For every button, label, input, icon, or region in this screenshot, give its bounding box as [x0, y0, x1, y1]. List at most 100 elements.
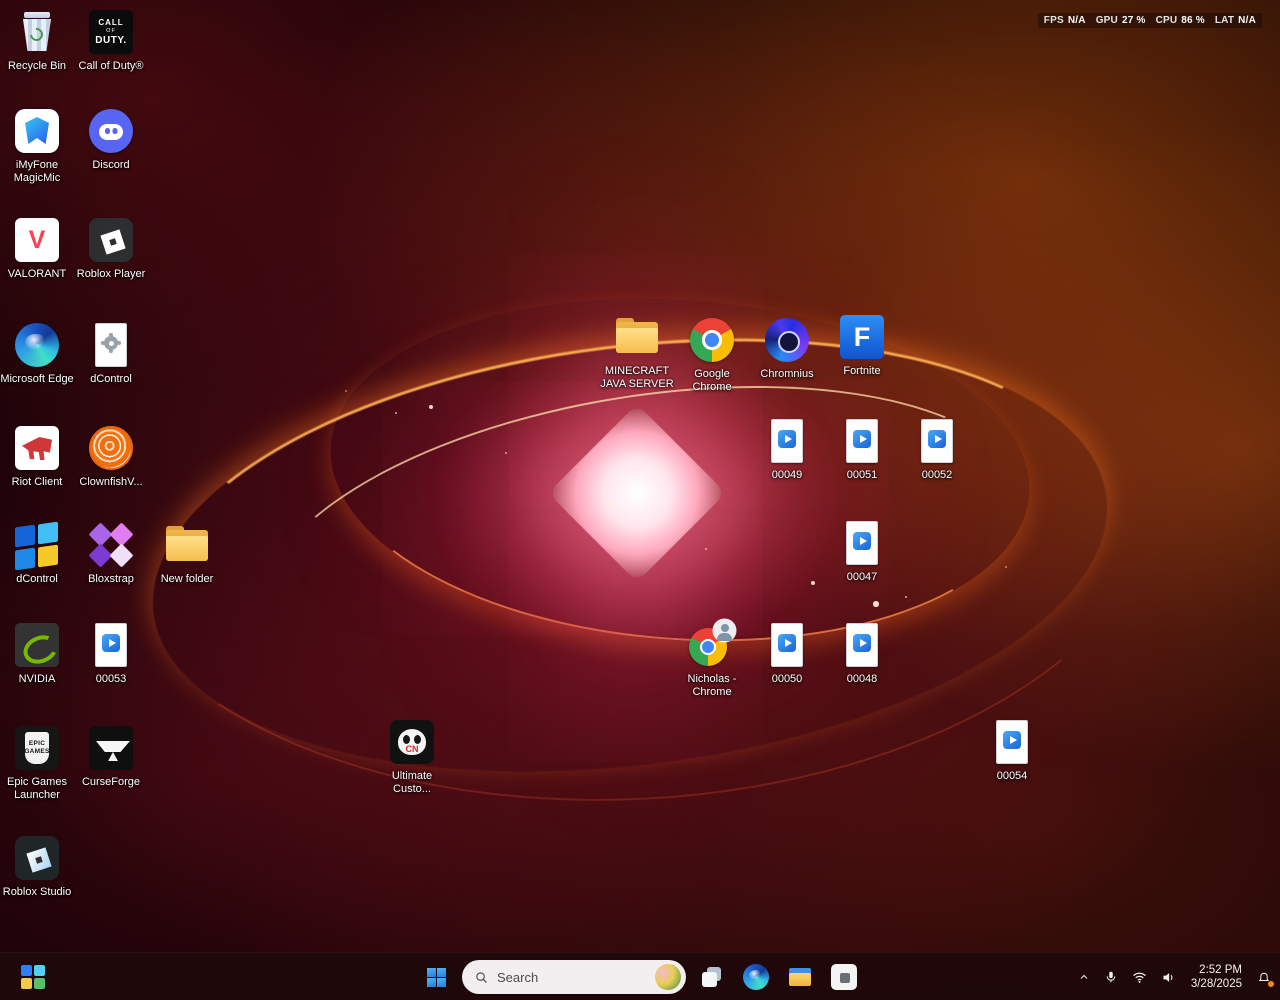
desktop-icon-00050[interactable]: 00050 [749, 621, 825, 686]
desktop-icon-recycle-bin[interactable]: Recycle Bin [0, 8, 75, 73]
desktop-icon-imyfone-magicmic[interactable]: iMyFone MagicMic [0, 107, 75, 185]
desktop-icon-label: 00054 [974, 770, 1050, 783]
dcontrol-app-icon [13, 521, 61, 569]
wifi-icon [1132, 970, 1147, 985]
desktop-icon-valorant[interactable]: VVALORANT [0, 216, 75, 281]
desktop-icon-dcontrol[interactable]: dControl [0, 521, 75, 586]
cod-icon: CALLOFDUTY. [87, 8, 135, 56]
wifi-tray-button[interactable] [1125, 957, 1154, 997]
desktop-icon-00047[interactable]: 00047 [824, 519, 900, 584]
desktop-icon-curseforge[interactable]: CurseForge [73, 724, 149, 789]
desktop-icon-new-folder[interactable]: New folder [149, 521, 225, 586]
taskbar-search[interactable]: Search [462, 960, 686, 994]
desktop-icon-dcontrol[interactable]: dControl [73, 321, 149, 386]
clownfish-icon [87, 424, 135, 472]
panda-icon: CN [388, 718, 436, 766]
desktop-icon-label: Ultimate Custo... [374, 770, 450, 796]
taskbar-clock[interactable]: 2:52 PM 3/28/2025 [1183, 957, 1250, 997]
desktop-icon-00054[interactable]: 00054 [974, 718, 1050, 783]
roblox-studio-icon [13, 834, 61, 882]
windows-logo-icon [427, 968, 446, 987]
media-file-icon [763, 621, 811, 669]
desktop-icon-microsoft-edge[interactable]: Microsoft Edge [0, 321, 75, 386]
start-button[interactable] [416, 957, 456, 997]
microphone-tray-button[interactable] [1097, 957, 1125, 997]
curseforge-icon [87, 724, 135, 772]
desktop-icon-00049[interactable]: 00049 [749, 417, 825, 482]
desktop-icon-minecraft-java-server[interactable]: MINECRAFT JAVA SERVER [599, 313, 675, 391]
imyfone-icon [13, 107, 61, 155]
media-file-icon [838, 621, 886, 669]
desktop-icon-bloxstrap[interactable]: Bloxstrap [73, 521, 149, 586]
desktop-icon-label: Fortnite [824, 365, 900, 378]
volume-tray-button[interactable] [1154, 957, 1183, 997]
media-file-icon [988, 718, 1036, 766]
desktop-icon-label: dControl [0, 573, 75, 586]
desktop-icon-epic-games-launcher[interactable]: EPICGAMESEpic Games Launcher [0, 724, 75, 802]
desktop-icon-label: Roblox Player [73, 268, 149, 281]
chevron-up-icon [1078, 971, 1090, 983]
system-tray: 2:52 PM 3/28/2025 [1071, 953, 1278, 1000]
desktop-icon-discord[interactable]: Discord [73, 107, 149, 172]
desktop-icon-label: New folder [149, 573, 225, 586]
media-file-icon [838, 519, 886, 567]
desktop-icon-label: NVIDIA [0, 673, 75, 686]
pinned-app-icon [830, 963, 858, 991]
desktop-icon-label: Roblox Studio [0, 886, 75, 899]
perf-metric-gpu: GPU27 % [1096, 15, 1146, 26]
pinned-app-taskbar-button[interactable] [824, 957, 864, 997]
desktop-icon-label: CurseForge [73, 776, 149, 789]
desktop-icon-label: 00053 [73, 673, 149, 686]
perf-metric-cpu: CPU86 % [1156, 15, 1205, 26]
desktop-icon-chromnius[interactable]: Chromnius [749, 316, 825, 381]
desktop-icon-roblox-studio[interactable]: Roblox Studio [0, 834, 75, 899]
chromnius-icon [763, 316, 811, 364]
desktop-icon-00051[interactable]: 00051 [824, 417, 900, 482]
file-explorer-taskbar-button[interactable] [780, 957, 820, 997]
taskbar-corner-app-button[interactable] [14, 959, 52, 995]
recycle-bin-icon [13, 8, 61, 56]
desktop-icon-fortnite[interactable]: FFortnite [824, 313, 900, 378]
media-file-icon [763, 417, 811, 465]
desktop-icon-label: Bloxstrap [73, 573, 149, 586]
edge-icon [13, 321, 61, 369]
desktop-icon-clownfishv[interactable]: ClownfishV... [73, 424, 149, 489]
desktop-icon-label: dControl [73, 373, 149, 386]
desktop-icon-label: ClownfishV... [73, 476, 149, 489]
desktop-icon-nicholas-chrome[interactable]: Nicholas - Chrome [674, 621, 750, 699]
desktop-icon-google-chrome[interactable]: Google Chrome [674, 316, 750, 394]
desktop-icon-label: Riot Client [0, 476, 75, 489]
desktop-icon-label: Google Chrome [674, 368, 750, 394]
perf-metric-lat: LATN/A [1215, 15, 1256, 26]
task-view-icon [698, 963, 726, 991]
tray-chevron-button[interactable] [1071, 957, 1097, 997]
desktop-icon-00048[interactable]: 00048 [824, 621, 900, 686]
desktop-icon-label: iMyFone MagicMic [0, 159, 75, 185]
desktop-screen: FPSN/AGPU27 %CPU86 %LATN/A Recycle BinCA… [0, 0, 1280, 1000]
desktop-icon-roblox-player[interactable]: Roblox Player [73, 216, 149, 281]
notification-button[interactable] [1250, 957, 1278, 997]
nvidia-icon [13, 621, 61, 669]
desktop-icon-00052[interactable]: 00052 [899, 417, 975, 482]
search-highlight-image[interactable] [655, 964, 681, 990]
microphone-icon [1104, 970, 1118, 984]
desktop-icon-label: Nicholas - Chrome [674, 673, 750, 699]
taskbar: Search 2:52 PM 3/28/2025 [0, 952, 1280, 1000]
edge-taskbar-button[interactable] [736, 957, 776, 997]
desktop-icon-call-of-duty[interactable]: CALLOFDUTY.Call of Duty® [73, 8, 149, 73]
desktop-icon-label: 00048 [824, 673, 900, 686]
dcontrol-file-icon [87, 321, 135, 369]
edge-icon [742, 963, 770, 991]
taskbar-center: Search [416, 957, 864, 997]
desktop-icon-riot-client[interactable]: Riot Client [0, 424, 75, 489]
desktop-icon-nvidia[interactable]: NVIDIA [0, 621, 75, 686]
desktop-icon-00053[interactable]: 00053 [73, 621, 149, 686]
task-view-taskbar-button[interactable] [692, 957, 732, 997]
search-icon [474, 970, 489, 985]
discord-icon [87, 107, 135, 155]
desktop-icon-label: Recycle Bin [0, 60, 75, 73]
wallpaper-sparkles [0, 0, 2, 2]
desktop-icon-ultimate-custo[interactable]: CN Ultimate Custo... [374, 718, 450, 796]
folder-icon [613, 313, 661, 361]
folder-icon [163, 521, 211, 569]
